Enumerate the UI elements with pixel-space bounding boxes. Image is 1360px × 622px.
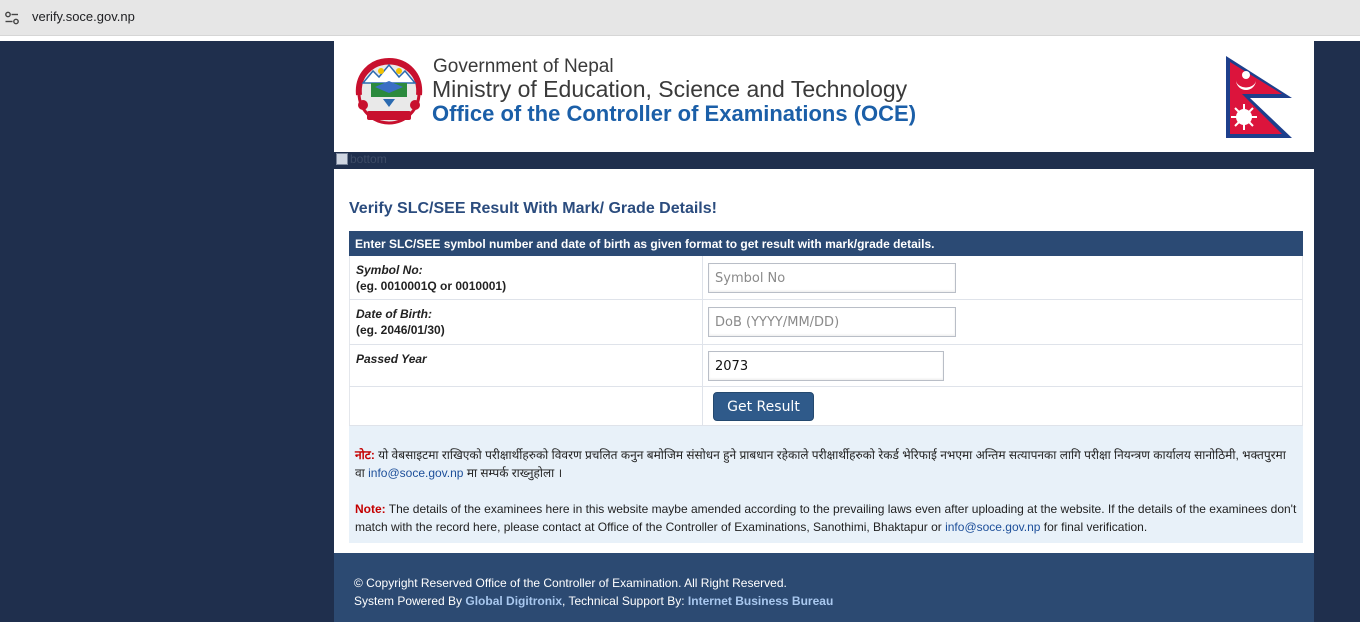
symbol-example: (eg. 0010001Q or 0010001) (356, 279, 507, 293)
site-footer: © Copyright Reserved Office of the Contr… (334, 553, 1314, 622)
year-label-cell: Passed Year (350, 345, 703, 386)
note-en-text: The details of the examinees here in thi… (355, 502, 1297, 534)
year-row: Passed Year (349, 345, 1303, 387)
gov-line: Government of Nepal (433, 56, 614, 77)
get-result-button[interactable]: Get Result (713, 392, 814, 421)
support-prefix: , Technical Support By: (562, 594, 688, 608)
dob-row: Date of Birth: (eg. 2046/01/30) (349, 300, 1303, 345)
page-container: Government of Nepal Ministry of Educatio… (334, 41, 1314, 622)
form-instruction-bar: Enter SLC/SEE symbol number and date of … (349, 231, 1303, 256)
verify-form-section: Verify SLC/SEE Result With Mark/ Grade D… (334, 169, 1314, 553)
url-text[interactable]: verify.soce.gov.np (32, 9, 135, 24)
note-nepali: नोट: यो वेबसाइटमा राखिएको परीक्षार्थीहरु… (355, 446, 1297, 482)
office-line: Office of the Controller of Examinations… (432, 101, 917, 126)
global-digitronix-link[interactable]: Global Digitronix (465, 594, 562, 608)
note-en-email-link[interactable]: info@soce.gov.np (945, 520, 1040, 534)
dob-label: Date of Birth: (356, 307, 432, 321)
note-np-email-link[interactable]: info@soce.gov.np (368, 466, 463, 480)
symbol-label: Symbol No: (356, 263, 423, 277)
broken-image-icon (336, 153, 348, 165)
nepal-emblem-icon (355, 57, 423, 125)
dob-input[interactable] (708, 307, 956, 337)
nepal-flag-icon (1226, 56, 1292, 138)
note-np-text-end: मा सम्पर्क राख्नुहोला । (463, 466, 563, 480)
form-title: Verify SLC/SEE Result With Mark/ Grade D… (349, 200, 717, 217)
note-en-text-end: for final verification. (1040, 520, 1148, 534)
browser-address-bar: verify.soce.gov.np (0, 0, 1360, 36)
dob-label-cell: Date of Birth: (eg. 2046/01/30) (350, 300, 703, 344)
internet-business-bureau-link[interactable]: Internet Business Bureau (688, 594, 833, 608)
submit-label-cell (350, 387, 703, 425)
note-en-label: Note: (355, 502, 386, 516)
powered-prefix: System Powered By (354, 594, 466, 608)
symbol-input[interactable] (708, 263, 956, 293)
copyright-text: © Copyright Reserved Office of the Contr… (354, 576, 787, 590)
symbol-label-cell: Symbol No: (eg. 0010001Q or 0010001) (350, 256, 703, 299)
header-band (334, 152, 1314, 168)
broken-image: bottom (336, 152, 387, 166)
tune-icon[interactable] (4, 10, 20, 26)
powered-by-line: System Powered By Global Digitronix, Tec… (354, 594, 833, 608)
ministry-line: Ministry of Education, Science and Techn… (432, 76, 908, 102)
note-english: Note: The details of the examinees here … (355, 500, 1297, 536)
year-input[interactable] (708, 351, 944, 381)
note-np-label: नोट: (355, 448, 375, 462)
year-label: Passed Year (356, 352, 427, 366)
note-box: नोट: यो वेबसाइटमा राखिएको परीक्षार्थीहरु… (349, 426, 1303, 543)
site-header: Government of Nepal Ministry of Educatio… (334, 41, 1314, 152)
dob-example: (eg. 2046/01/30) (356, 323, 445, 337)
symbol-row: Symbol No: (eg. 0010001Q or 0010001) (349, 256, 1303, 300)
submit-row (349, 387, 1303, 426)
broken-image-alt: bottom (350, 152, 387, 166)
